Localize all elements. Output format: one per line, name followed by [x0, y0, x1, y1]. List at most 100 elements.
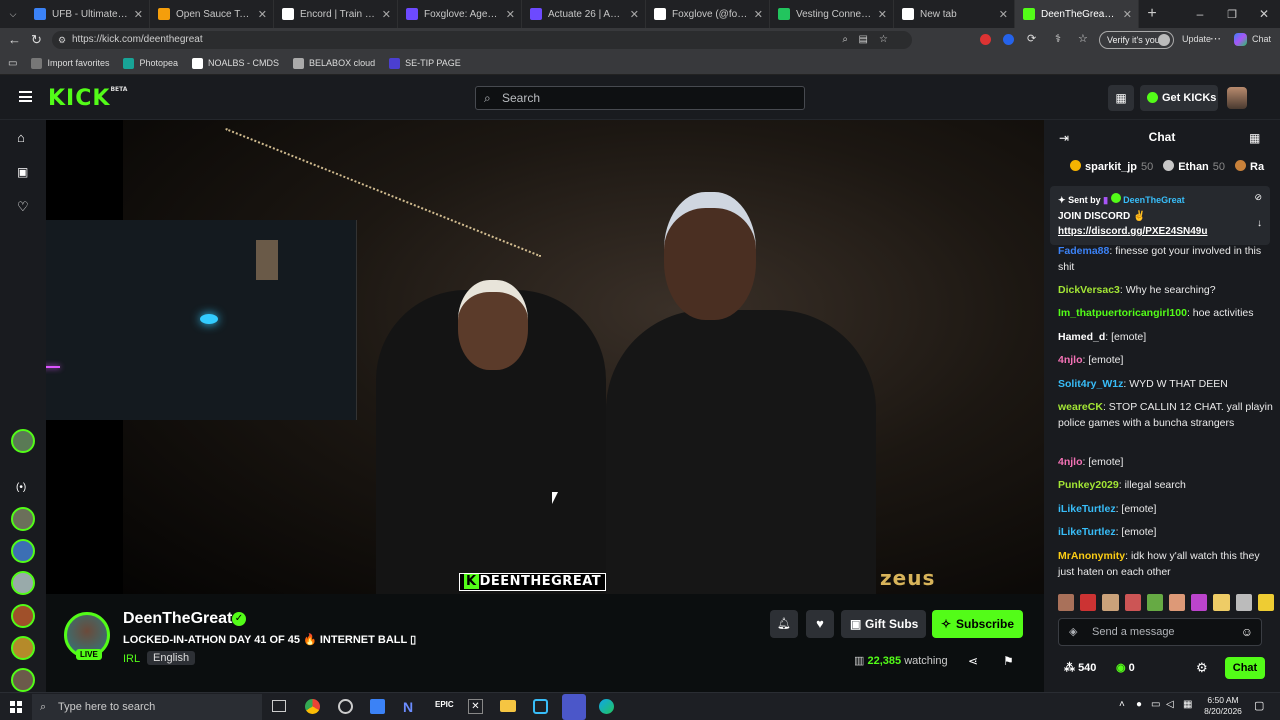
- channel-avatar-3[interactable]: [11, 571, 35, 595]
- following-icon[interactable]: ♡: [17, 199, 29, 215]
- zoom-icon[interactable]: ⌕: [842, 31, 848, 49]
- reader-icon[interactable]: ▤: [859, 31, 868, 49]
- video-player[interactable]: K DEENTHEGREAT zeus: [46, 120, 1044, 594]
- dashboard-button[interactable]: ▦: [1108, 85, 1134, 111]
- close-tab-icon[interactable]: ✕: [506, 8, 515, 21]
- clock[interactable]: 6:50 AM 8/20/2026: [1200, 695, 1246, 717]
- favorite-item[interactable]: BELABOX cloud: [293, 57, 375, 69]
- browser-tab[interactable]: Foxglove (@foxglove) / ✕: [646, 0, 770, 28]
- streamer-name[interactable]: DeenTheGreat: [123, 610, 232, 628]
- close-tab-icon[interactable]: ✕: [1123, 8, 1132, 21]
- close-tab-icon[interactable]: ✕: [878, 8, 887, 21]
- channel-avatar-2[interactable]: [11, 539, 35, 563]
- hide-pin-icon[interactable]: ⊘: [1254, 192, 1262, 203]
- epic-games-icon[interactable]: EPIC: [435, 700, 454, 709]
- language-icon[interactable]: ▦: [1183, 699, 1192, 710]
- browser-essentials-icon[interactable]: ⚕: [1055, 32, 1061, 45]
- kicks-balance[interactable]: ◉ 0: [1116, 661, 1135, 674]
- site-info-icon[interactable]: ⚙: [58, 31, 66, 49]
- pinned-link[interactable]: https://discord.gg/PXE24SN49u: [1058, 226, 1207, 237]
- chrome-icon[interactable]: [305, 699, 320, 714]
- emoji-icon[interactable]: ☺: [1241, 619, 1253, 645]
- minimize-button[interactable]: –: [1184, 7, 1216, 21]
- close-tab-icon[interactable]: ✕: [999, 8, 1008, 21]
- extension-icon-blue[interactable]: [1003, 34, 1014, 45]
- chat-username[interactable]: Solit4ry_W1z: [1058, 378, 1123, 390]
- browser-tab[interactable]: Encord | Train and Run A ✕: [274, 0, 398, 28]
- network-icon[interactable]: ▭: [1151, 699, 1160, 710]
- browser-tab[interactable]: Actuate 26 | Annual Rob ✕: [522, 0, 646, 28]
- notion-icon[interactable]: N: [403, 699, 413, 715]
- chat-username[interactable]: iLikeTurtlez: [1058, 526, 1116, 538]
- channel-avatar-5[interactable]: [11, 636, 35, 660]
- discord-icon[interactable]: [562, 694, 586, 720]
- gift-subs-button[interactable]: ▣ Gift Subs: [841, 610, 926, 638]
- category-link[interactable]: IRL: [123, 653, 140, 665]
- channel-points[interactable]: ⁂ 540: [1064, 661, 1096, 674]
- extension-icon-red[interactable]: [980, 34, 991, 45]
- chat-username[interactable]: 4njlo: [1058, 354, 1083, 366]
- favorite-item[interactable]: NOALBS - CMDS: [192, 57, 279, 69]
- extensions-icon[interactable]: ⟳: [1027, 32, 1036, 45]
- file-explorer-icon[interactable]: [500, 700, 516, 712]
- channel-avatar-4[interactable]: [11, 604, 35, 628]
- expand-pin-icon[interactable]: ↓: [1257, 218, 1262, 229]
- chat-username[interactable]: Im_thatpuertoricangirl100: [1058, 307, 1187, 319]
- browser-tab[interactable]: UFB - Ultimate Fighting ✕: [26, 0, 150, 28]
- notification-bell-button[interactable]: 🔔︎: [770, 610, 798, 638]
- followed-channel-avatar[interactable]: [11, 429, 35, 453]
- chat-username[interactable]: iLikeTurtlez: [1058, 503, 1116, 515]
- maximize-button[interactable]: ❐: [1216, 8, 1248, 21]
- excel-icon[interactable]: ✕: [468, 699, 483, 714]
- close-tab-icon[interactable]: ✕: [754, 8, 763, 21]
- menu-icon[interactable]: [19, 91, 32, 102]
- channel-avatar-6[interactable]: [11, 668, 35, 692]
- user-avatar[interactable]: [1227, 87, 1247, 109]
- chat-username[interactable]: MrAnonymity: [1058, 550, 1125, 562]
- verify-identity-button[interactable]: Verify it's you: [1099, 31, 1174, 49]
- close-tab-icon[interactable]: ✕: [630, 8, 639, 21]
- settings-more-icon[interactable]: ⋯: [1210, 32, 1221, 45]
- chat-settings-icon[interactable]: ⚙: [1196, 660, 1208, 676]
- close-tab-icon[interactable]: ✕: [134, 8, 143, 21]
- chat-username[interactable]: Punkey2029: [1058, 479, 1119, 491]
- chat-users-icon[interactable]: ▦: [1249, 131, 1260, 145]
- taskbar-search[interactable]: ⌕ Type here to search: [32, 694, 262, 720]
- store-icon[interactable]: [370, 699, 385, 714]
- leaderboard-entry[interactable]: Ethan 50: [1163, 160, 1225, 173]
- browser-tab[interactable]: Open Sauce Technolog ✕: [150, 0, 274, 28]
- chat-username[interactable]: DickVersac3: [1058, 284, 1120, 296]
- tray-chevron-icon[interactable]: ˄: [1119, 699, 1125, 710]
- browser-tab[interactable]: DeenTheGreat Stre ✕: [1015, 0, 1139, 28]
- microphone-icon[interactable]: ●: [1136, 699, 1142, 710]
- app-icon-network[interactable]: [338, 699, 353, 714]
- update-button[interactable]: Update: [1182, 34, 1211, 44]
- close-window-button[interactable]: ✕: [1248, 7, 1280, 21]
- browser-tab[interactable]: New tab ✕: [894, 0, 1015, 28]
- browse-icon[interactable]: ▣: [17, 165, 28, 179]
- edge-icon[interactable]: [599, 699, 614, 714]
- emote-shield-icon[interactable]: ◈: [1069, 619, 1077, 645]
- channel-avatar-1[interactable]: [11, 507, 35, 531]
- copilot-chat-label[interactable]: Chat: [1252, 34, 1271, 44]
- browser-tab[interactable]: Vesting Connection Lea ✕: [770, 0, 894, 28]
- notification-icon[interactable]: ▢: [1254, 699, 1264, 712]
- url-field[interactable]: ⚙ https://kick.com/deenthegreat ⌕ ▤ ☆: [52, 31, 912, 49]
- favorite-star-icon[interactable]: ☆: [879, 31, 888, 49]
- close-tab-icon[interactable]: ✕: [258, 8, 267, 21]
- kick-logo[interactable]: KICKBETA: [48, 86, 127, 111]
- report-icon[interactable]: ⚑: [1003, 654, 1014, 668]
- chat-username[interactable]: weareCK: [1058, 401, 1103, 413]
- browser-tab[interactable]: Foxglove: Agentic data ✕: [398, 0, 522, 28]
- new-tab-button[interactable]: +: [1139, 5, 1165, 23]
- subscribe-button[interactable]: ✧ Subscribe: [932, 610, 1023, 638]
- get-kicks-button[interactable]: Get KICKs: [1140, 85, 1218, 111]
- collections-icon[interactable]: ☆: [1078, 32, 1088, 45]
- windows-start-icon[interactable]: [10, 701, 22, 713]
- favorite-item[interactable]: Photopea: [123, 57, 178, 69]
- language-tag[interactable]: English: [147, 651, 196, 665]
- chat-username[interactable]: Hamed_d: [1058, 331, 1105, 343]
- refresh-icon[interactable]: ↻: [31, 32, 42, 48]
- leaderboard-entry[interactable]: Ra: [1235, 160, 1268, 173]
- sidebar-toggle-icon[interactable]: ▭: [8, 58, 17, 69]
